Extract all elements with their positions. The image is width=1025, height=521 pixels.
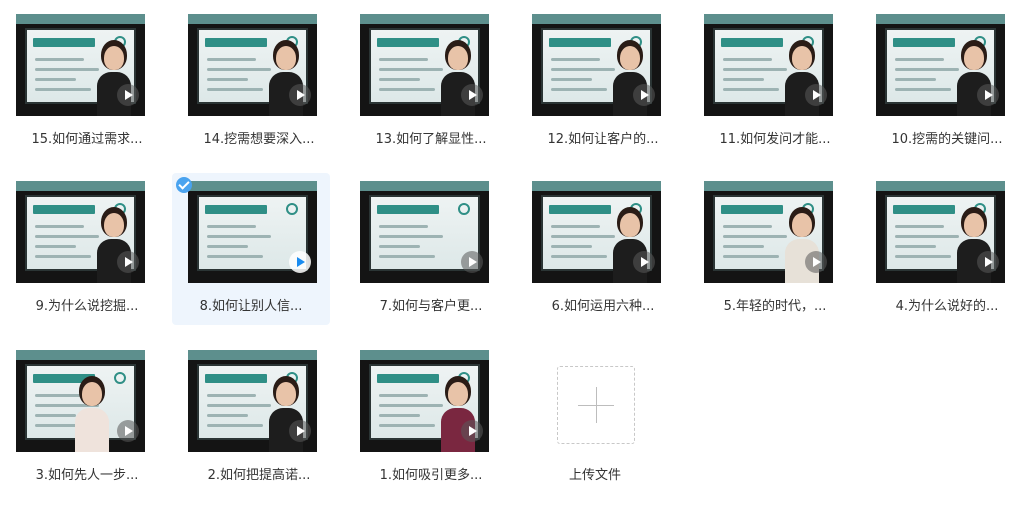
video-thumbnail bbox=[16, 14, 145, 116]
video-file-tile[interactable]: 7.如何与客户更... bbox=[352, 177, 510, 329]
video-thumbnail bbox=[704, 181, 833, 283]
play-icon[interactable] bbox=[461, 420, 483, 442]
video-thumbnail bbox=[876, 14, 1005, 116]
video-thumbnail bbox=[188, 350, 317, 452]
file-name[interactable]: 5.年轻的时代，... bbox=[696, 295, 854, 314]
file-name[interactable]: 3.如何先人一步... bbox=[8, 464, 166, 483]
file-name[interactable]: 6.如何运用六种... bbox=[524, 295, 682, 314]
video-file-tile[interactable]: 14.挖需想要深入... bbox=[180, 10, 338, 162]
file-name[interactable]: 7.如何与客户更... bbox=[352, 295, 510, 314]
video-file-tile[interactable]: 6.如何运用六种... bbox=[524, 177, 682, 329]
file-name[interactable]: 2.如何把提高诺... bbox=[180, 464, 338, 483]
video-thumbnail bbox=[360, 14, 489, 116]
upload-button[interactable] bbox=[557, 366, 635, 444]
file-name[interactable]: 14.挖需想要深入... bbox=[180, 128, 338, 147]
video-file-tile[interactable]: 10.挖需的关键问... bbox=[868, 10, 1025, 162]
play-icon[interactable] bbox=[117, 420, 139, 442]
video-file-tile[interactable]: 1.如何吸引更多... bbox=[352, 346, 510, 498]
video-thumbnail bbox=[360, 181, 489, 283]
play-icon[interactable] bbox=[633, 84, 655, 106]
video-file-tile[interactable]: 2.如何把提高诺... bbox=[180, 346, 338, 498]
video-thumbnail bbox=[188, 181, 317, 283]
video-file-tile[interactable]: 5.年轻的时代，... bbox=[696, 177, 854, 329]
file-name[interactable]: 10.挖需的关键问... bbox=[868, 128, 1025, 147]
play-icon[interactable] bbox=[633, 251, 655, 273]
play-icon[interactable] bbox=[289, 84, 311, 106]
play-icon[interactable] bbox=[117, 84, 139, 106]
file-name[interactable]: 4.为什么说好的... bbox=[868, 295, 1025, 314]
selected-check-icon[interactable] bbox=[176, 177, 192, 193]
play-icon[interactable] bbox=[805, 251, 827, 273]
file-name[interactable]: 15.如何通过需求... bbox=[8, 128, 166, 147]
video-file-tile-selected[interactable]: 8.如何让别人信... bbox=[172, 173, 330, 325]
file-name[interactable]: 8.如何让别人信... bbox=[172, 295, 330, 314]
play-icon[interactable] bbox=[461, 251, 483, 273]
video-thumbnail bbox=[704, 14, 833, 116]
video-thumbnail bbox=[532, 181, 661, 283]
play-icon[interactable] bbox=[289, 251, 311, 273]
play-icon[interactable] bbox=[977, 84, 999, 106]
video-file-tile[interactable]: 11.如何发问才能... bbox=[696, 10, 854, 162]
file-grid: 15.如何通过需求... 14.挖需想要深入... 13.如何了解显性... 1… bbox=[0, 0, 1025, 521]
file-name[interactable]: 11.如何发问才能... bbox=[696, 128, 854, 147]
video-file-tile[interactable]: 12.如何让客户的... bbox=[524, 10, 682, 162]
video-thumbnail bbox=[188, 14, 317, 116]
video-file-tile[interactable]: 15.如何通过需求... bbox=[8, 10, 166, 162]
video-file-tile[interactable]: 3.如何先人一步... bbox=[8, 346, 166, 498]
play-icon[interactable] bbox=[117, 251, 139, 273]
play-icon[interactable] bbox=[461, 84, 483, 106]
file-name[interactable]: 1.如何吸引更多... bbox=[352, 464, 510, 483]
video-thumbnail bbox=[360, 350, 489, 452]
play-icon[interactable] bbox=[289, 420, 311, 442]
presenter-image bbox=[75, 382, 109, 452]
file-name[interactable]: 9.为什么说挖掘... bbox=[8, 295, 166, 314]
video-thumbnail bbox=[532, 14, 661, 116]
play-icon[interactable] bbox=[805, 84, 827, 106]
video-file-tile[interactable]: 4.为什么说好的... bbox=[868, 177, 1025, 329]
play-icon[interactable] bbox=[977, 251, 999, 273]
video-thumbnail bbox=[876, 181, 1005, 283]
upload-label[interactable]: 上传文件 bbox=[516, 464, 674, 483]
video-file-tile[interactable]: 9.为什么说挖掘... bbox=[8, 177, 166, 329]
upload-file-tile[interactable]: 上传文件 bbox=[516, 350, 674, 502]
file-name[interactable]: 13.如何了解显性... bbox=[352, 128, 510, 147]
video-thumbnail bbox=[16, 181, 145, 283]
video-file-tile[interactable]: 13.如何了解显性... bbox=[352, 10, 510, 162]
video-thumbnail bbox=[16, 350, 145, 452]
file-name[interactable]: 12.如何让客户的... bbox=[524, 128, 682, 147]
